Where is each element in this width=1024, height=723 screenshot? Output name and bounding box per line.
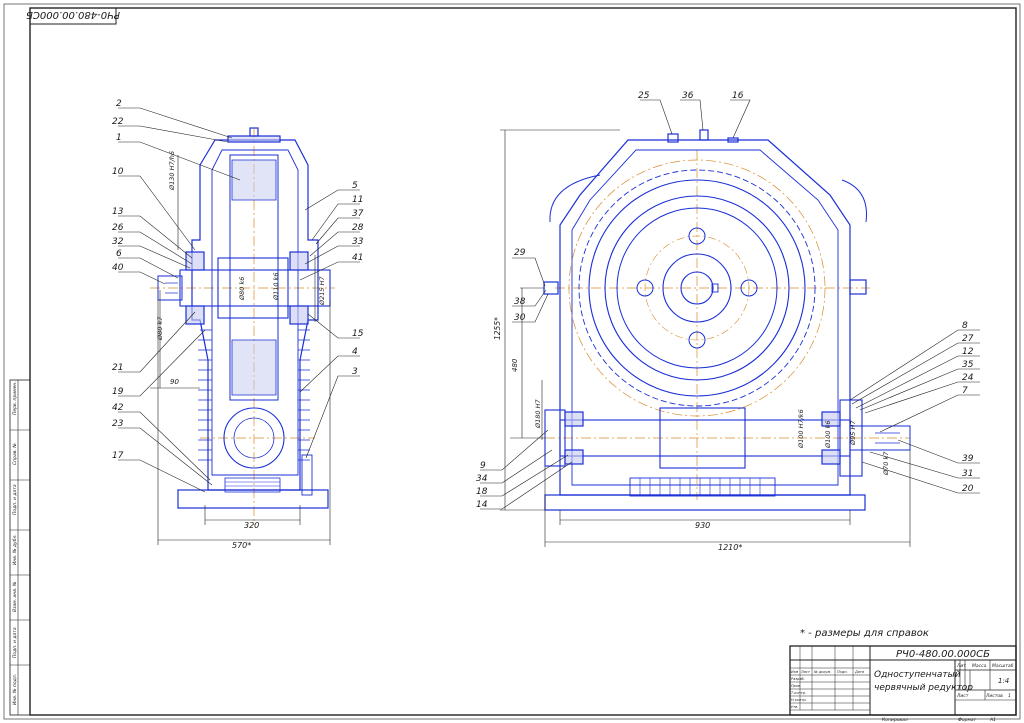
row-4: Дата [854, 670, 864, 674]
callout-14: 14 [476, 500, 488, 510]
callout-23: 23 [112, 419, 124, 429]
dim-d-worm4: Ø70 k7 [882, 451, 890, 476]
role-1: Пров. [791, 684, 801, 688]
dim-d-worm2: Ø100 k6 [824, 421, 832, 450]
callout-30: 30 [514, 313, 526, 323]
dim-d-worm3: Ø95 H7 [849, 420, 857, 446]
callout-34: 34 [476, 474, 488, 484]
sheet-label: Лист [956, 693, 969, 699]
side-stamp-2: Подп. и дата [12, 484, 18, 515]
dim-d-bearing: Ø110 k6 [272, 273, 280, 302]
callout-38: 38 [514, 297, 526, 307]
dim-d-out: Ø80 k7 [156, 316, 164, 341]
right-view-callouts [480, 99, 980, 510]
side-stamp-1: Справ. № [12, 443, 18, 465]
dim-d-housing: Ø215 H7 [318, 276, 326, 306]
mass-label: Масса [972, 663, 987, 669]
callout-40: 40 [112, 263, 124, 273]
callout-31: 31 [962, 469, 973, 479]
callout-16: 16 [732, 91, 744, 101]
callout-21: 21 [112, 363, 123, 373]
scale-label: Масштаб [992, 663, 1014, 669]
dim-d-left: Ø180 H7 [534, 399, 542, 429]
side-stamp-5: Подп. и дата [12, 627, 18, 658]
callout-5: 5 [352, 181, 358, 191]
role-2: Т.контр. [791, 691, 806, 695]
callout-35: 35 [962, 360, 974, 370]
side-stamp-0: Перв. примен. [12, 381, 18, 415]
frame-border [29, 7, 1017, 716]
row-0: Изм [791, 670, 798, 674]
role-0: Разраб. [791, 677, 805, 681]
callout-8: 8 [962, 321, 968, 331]
callout-29: 29 [514, 248, 526, 258]
right-view-dimension-labels: 1255* 480 Ø180 H7 Ø100 H7/k6 Ø100 k6 Ø95… [493, 317, 890, 552]
callout-25: 25 [638, 91, 650, 101]
corner-stamp: РЧ0-480.00.000СБ [26, 7, 120, 25]
callout-12: 12 [962, 347, 974, 357]
dim-d-worm1: Ø100 H7/k6 [797, 409, 805, 449]
dim-overall-1210: 1210* [718, 543, 742, 552]
row-1: Лист [800, 670, 811, 674]
dim-len-90: 90 [170, 378, 179, 386]
designation: РЧ0-480.00.000СБ [896, 649, 990, 660]
product-name-line2: червячный редуктор [874, 683, 973, 693]
callout-32: 32 [112, 237, 124, 247]
callout-39: 39 [962, 454, 974, 464]
callout-20: 20 [962, 484, 974, 494]
callout-42: 42 [112, 403, 124, 413]
right-view [543, 129, 911, 511]
callout-18: 18 [476, 487, 488, 497]
scale-value: 1:4 [998, 677, 1009, 685]
callout-6: 6 [116, 249, 122, 259]
side-stamp-3: Инв. № дубл. [12, 534, 18, 565]
callout-36: 36 [682, 91, 694, 101]
callout-41: 41 [352, 253, 363, 263]
right-view-callout-labels: 25 36 16 29 38 30 9 34 18 14 8 27 12 35 … [476, 91, 974, 510]
callout-26: 26 [112, 223, 124, 233]
side-stamp-4: Взам. инв. № [12, 581, 18, 612]
callout-37: 37 [352, 209, 364, 219]
copied-label: Копировал [882, 717, 908, 723]
dim-height-1255: 1255* [493, 317, 502, 340]
row-2: № докум. [813, 670, 831, 674]
callout-10: 10 [112, 167, 124, 177]
format-value: A1 [989, 717, 996, 723]
sheets-count: 1 [1008, 693, 1011, 699]
callout-4: 4 [352, 347, 358, 357]
callout-7: 7 [962, 386, 968, 396]
dim-d-top: Ø130 H7/h6 [168, 151, 176, 191]
callout-22: 22 [112, 117, 124, 127]
callout-2: 2 [116, 99, 122, 109]
lit-label: Лит [956, 663, 966, 669]
sheets-label: Листов [985, 693, 1003, 699]
callout-15: 15 [352, 329, 364, 339]
callout-24: 24 [962, 373, 974, 383]
dim-overall-570: 570* [232, 541, 251, 550]
format-label: Формат [958, 717, 977, 723]
side-stamp-6: Инв. № подл. [12, 674, 18, 705]
reference-note: * - размеры для справок [800, 628, 929, 639]
callout-28: 28 [352, 223, 364, 233]
dim-base-930: 930 [695, 521, 710, 530]
callout-11: 11 [352, 195, 363, 205]
drawing-sheet: РЧ0-480.00.000СБ Перв. примен. Справ. № … [3, 3, 1021, 723]
callout-3: 3 [352, 367, 358, 377]
product-name-line1: Одноступенчатый [874, 670, 961, 680]
dim-d-shaft: Ø80 k6 [238, 277, 246, 301]
corner-stamp-text: РЧ0-480.00.000СБ [26, 9, 120, 20]
callout-27: 27 [962, 334, 974, 344]
role-3: Н.контр. [791, 698, 807, 702]
callout-17: 17 [112, 451, 124, 461]
callout-1: 1 [116, 133, 122, 143]
callout-19: 19 [112, 387, 124, 397]
dim-height-480: 480 [511, 358, 519, 372]
dim-base-320: 320 [244, 521, 259, 530]
callout-9: 9 [480, 461, 486, 471]
role-4: Утв. [791, 705, 798, 709]
side-stamp: Перв. примен. Справ. № Подп. и дата Инв.… [9, 379, 31, 716]
row-3: Подп. [837, 670, 848, 674]
callout-33: 33 [352, 237, 364, 247]
callout-13: 13 [112, 207, 124, 217]
